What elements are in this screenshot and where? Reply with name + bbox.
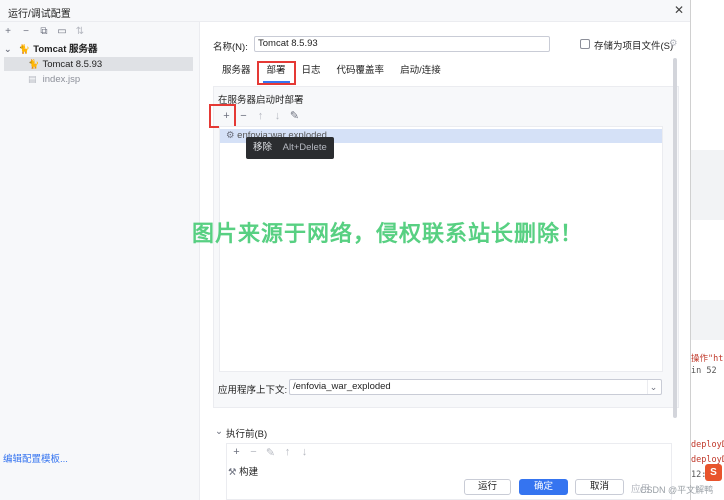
tree-group-tomcat[interactable]: ⌄ 🐈 Tomcat 服务器 [4, 42, 198, 56]
copy-icon[interactable]: ⧉ [38, 25, 50, 39]
tab-startup-connection[interactable]: 启动/连接 [392, 63, 449, 83]
tree-item-index-jsp[interactable]: ▤ index.jsp [4, 72, 193, 86]
artifact-icon: ⚙ [226, 130, 235, 141]
context-value: /enfovia_war_exploded [293, 381, 391, 392]
edit-templates-link[interactable]: 编辑配置模板... [3, 451, 68, 465]
sidebar-toolbar: + − ⧉ ▭ ⇅ [2, 25, 86, 39]
configuration-editor: 名称(N): Tomcat 8.5.93 存储为项目文件(S) ⚙ 服务器 部署… [201, 22, 690, 500]
sort-icon[interactable]: ⇅ [74, 25, 86, 39]
tab-code-coverage[interactable]: 代码覆盖率 [329, 63, 393, 83]
move-up-icon[interactable]: ↑ [279, 446, 296, 459]
tomcat-icon: 🐈 [18, 44, 30, 54]
run-button[interactable]: 运行 [464, 479, 511, 495]
watermark: 图片来源于网络，侵权联系站长删除！ [192, 222, 584, 247]
ide-code-line: in 52 [691, 366, 717, 376]
add-icon[interactable]: + [2, 25, 14, 39]
configurations-sidebar: + − ⧉ ▭ ⇅ ⌄ 🐈 Tomcat 服务器 🐈 Tomcat 8.5.93… [0, 22, 200, 500]
move-down-icon[interactable]: ↓ [296, 446, 313, 459]
tab-deployment[interactable]: 部署 [256, 61, 296, 85]
build-icon: ⚒ [228, 467, 237, 478]
remove-task-icon[interactable]: − [245, 446, 262, 459]
chevron-down-icon[interactable]: ⌄ [647, 380, 659, 394]
close-icon[interactable]: ✕ [674, 3, 684, 17]
background-ide: 操作"ht in 52 deployD deployD 12:3 [690, 0, 724, 500]
name-input[interactable]: Tomcat 8.5.93 [254, 36, 550, 52]
vertical-scrollbar[interactable] [673, 58, 677, 418]
tomcat-icon: 🐈 [28, 59, 40, 69]
remove-icon[interactable]: − [20, 25, 32, 39]
ide-code-line: deployD [691, 440, 724, 450]
name-label: 名称(N): [213, 42, 248, 53]
tree-item-label: index.jsp [42, 74, 81, 85]
remove-artifact-icon[interactable]: − [235, 108, 252, 124]
cancel-button[interactable]: 取消 [575, 479, 624, 495]
before-launch-toolbar: + − ✎ ↑ ↓ [228, 446, 313, 459]
store-as-project-file-label: 存储为项目文件(S) [594, 41, 674, 52]
jsp-file-icon: ▤ [28, 74, 37, 84]
before-launch-task-label: 构建 [239, 467, 259, 478]
edit-task-icon[interactable]: ✎ [262, 446, 279, 459]
store-as-project-file-checkbox[interactable] [580, 39, 590, 49]
ide-stripe [691, 300, 724, 340]
add-task-icon[interactable]: + [228, 446, 245, 459]
ide-stripe [691, 150, 724, 220]
before-launch-task[interactable]: ⚒ 构建 [228, 464, 258, 478]
add-button-highlight [209, 104, 236, 128]
before-launch-label[interactable]: 执行前(B) [226, 426, 267, 440]
tab-bar: 服务器 部署 日志 代码覆盖率 启动/连接 [214, 61, 449, 85]
csdn-badge-icon: S [705, 464, 722, 481]
ok-button[interactable]: 确定 [519, 479, 568, 495]
ide-code-line: 操作"ht [691, 354, 724, 364]
tab-server[interactable]: 服务器 [214, 63, 259, 83]
remove-tooltip: 移除 Alt+Delete [246, 137, 334, 159]
tree-group-label: Tomcat 服务器 [33, 44, 98, 55]
tree-item-tomcat-config[interactable]: 🐈 Tomcat 8.5.93 [4, 57, 193, 71]
tooltip-text: 移除 [253, 142, 273, 153]
chevron-down-icon[interactable]: ⌄ [215, 426, 223, 437]
move-down-icon[interactable]: ↓ [269, 108, 286, 124]
chevron-down-icon[interactable]: ⌄ [4, 42, 16, 56]
context-label: 应用程序上下文: [218, 385, 288, 396]
tree-item-label: Tomcat 8.5.93 [42, 59, 103, 70]
tooltip-shortcut: Alt+Delete [282, 142, 327, 153]
title-bar: 运行/调试配置 ✕ [0, 0, 690, 22]
csdn-credit: CSDN @平文解鸭 [640, 485, 714, 495]
tab-logs[interactable]: 日志 [294, 63, 329, 83]
window-title: 运行/调试配置 [8, 9, 71, 20]
folder-icon[interactable]: ▭ [56, 25, 68, 39]
edit-icon[interactable]: ✎ [286, 108, 303, 124]
deploy-artifacts-list[interactable]: ⚙ enfovia:war exploded [219, 126, 663, 372]
move-up-icon[interactable]: ↑ [252, 108, 269, 124]
context-combobox[interactable]: /enfovia_war_exploded ⌄ [289, 379, 662, 395]
gear-icon[interactable]: ⚙ [669, 38, 678, 49]
